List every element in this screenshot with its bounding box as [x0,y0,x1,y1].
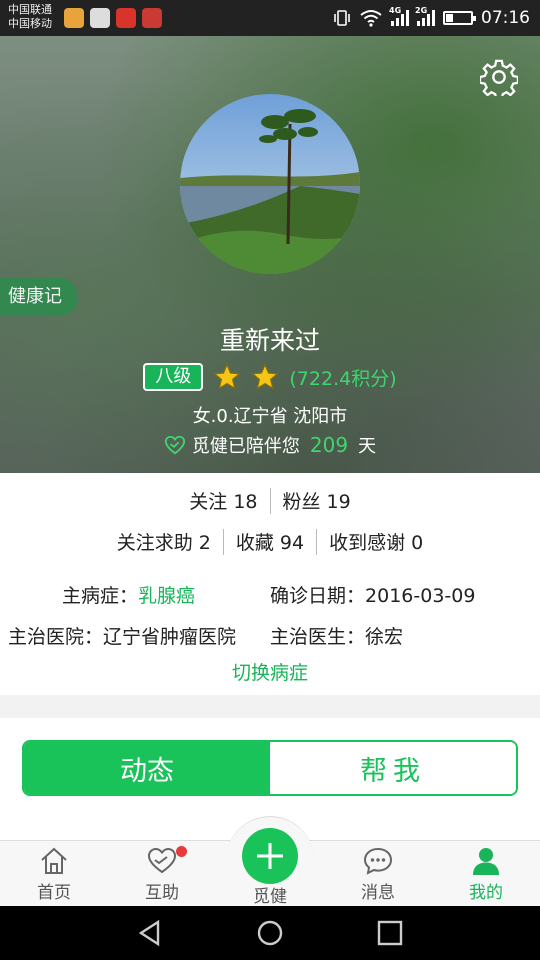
doctor-label: 主治医生： [270,626,366,648]
tab-messages[interactable]: 消息 [324,845,432,903]
follow-count[interactable]: 关注 18 [189,487,257,514]
plus-icon [257,843,283,869]
doctor-row: 主治医生：徐宏 [270,622,403,649]
signal-2g-icon: 2G [415,6,435,26]
tab-mine[interactable]: 我的 [432,845,540,903]
disease-value[interactable]: 乳腺癌 [138,585,195,607]
notification-dot [176,846,187,857]
carrier-2: 中国移动 [8,17,52,30]
gender-age-location: 女.0.辽宁省 沈阳市 [192,406,348,427]
tab-mutual-label: 互助 [145,883,179,903]
mijian-center-button[interactable] [242,828,298,884]
favorites-count[interactable]: 收藏 94 [236,528,304,555]
vibrate-icon [334,10,350,26]
app-notification-icon [64,8,84,28]
username: 重新来过 [219,326,320,355]
carrier-1: 中国联通 [8,3,52,16]
tab-help-me[interactable]: 帮我 [270,742,516,794]
disease-label: 主病症： [62,585,139,607]
settings-gear-icon[interactable] [480,58,518,96]
health-diary-tag[interactable]: 健康记 [0,278,78,316]
app-notification-icon [142,8,162,28]
companion-prefix: 觅健已陪伴您 [191,436,300,457]
avatar-image [180,94,360,274]
star-icon [213,363,242,390]
hospital-value: 辽宁省肿瘤医院 [103,626,237,648]
switch-disease-link[interactable]: 切换病症 [0,658,540,685]
system-nav-bar [0,906,540,960]
profile-info: 关注 18 粉丝 19 关注求助 2 收藏 94 收到感谢 0 主病症：乳腺癌 … [0,473,540,695]
home-nav-icon[interactable] [256,919,284,947]
app-notification-icon [116,8,136,28]
level-badge: 八级 [143,363,204,391]
tab-home-label: 首页 [37,883,71,903]
date-label: 确诊日期： [270,585,366,607]
points: (722.4积分) [289,367,397,390]
tab-mine-label: 我的 [469,883,503,903]
tab-home[interactable]: 首页 [0,845,108,903]
tab-mutual-help[interactable]: 互助 [108,845,216,903]
chat-bubble-icon [363,847,393,875]
help-follow-count[interactable]: 关注求助 2 [117,528,211,555]
recents-icon[interactable] [376,919,404,947]
status-bar: 中国联通 中国移动 4G 2G 07:16 [0,0,540,36]
heart-help-icon [147,847,177,874]
avatar[interactable] [180,94,360,274]
level-row: 八级 (722.4积分) [0,363,540,391]
net-type-2g: 2G [415,6,428,15]
divider [222,528,224,555]
disease-row: 主病症：乳腺癌 [62,581,195,608]
carrier-info: 中国联通 中国移动 [8,3,52,31]
wifi-icon [360,10,382,27]
tab-mijian-label: 觅健 [253,887,287,907]
back-icon[interactable] [136,919,164,947]
clock: 07:16 [481,8,530,28]
user-icon [473,848,499,875]
stats-row-1: 关注 18 粉丝 19 [0,487,540,514]
net-type-4g: 4G [389,6,402,15]
heart-hands-icon [164,435,185,455]
diagnosis-date-row: 确诊日期：2016-03-09 [270,581,475,608]
signal-4g-icon: 4G [389,6,409,26]
date-value: 2016-03-09 [365,585,476,607]
star-icon [251,363,280,390]
notification-icons [64,8,162,28]
companion-days: 觅健已陪伴您 209 天 [0,432,540,458]
hospital-row: 主治医院：辽宁省肿瘤医院 [8,622,236,649]
companion-suffix: 天 [358,436,377,457]
doctor-value: 徐宏 [365,626,404,648]
fans-count[interactable]: 粉丝 19 [283,487,351,514]
companion-day-count: 209 [309,433,349,457]
profile-header: 健康记 重新来过 八级 (722.4积分) 女.0.辽宁省 沈阳市 觅健已陪伴您… [0,36,540,473]
divider [316,528,318,555]
thanks-count[interactable]: 收到感谢 0 [329,528,423,555]
stats-row-2: 关注求助 2 收藏 94 收到感谢 0 [0,528,540,555]
divider [269,487,271,514]
battery-icon [443,11,476,25]
qq-icon [90,8,110,28]
tab-activity[interactable]: 动态 [24,742,270,794]
tab-messages-label: 消息 [361,883,395,903]
status-right: 4G 2G 07:16 [333,6,530,28]
hospital-label: 主治医院： [8,626,104,648]
segment-control: 动态 帮我 [22,740,518,796]
home-icon [41,847,67,874]
